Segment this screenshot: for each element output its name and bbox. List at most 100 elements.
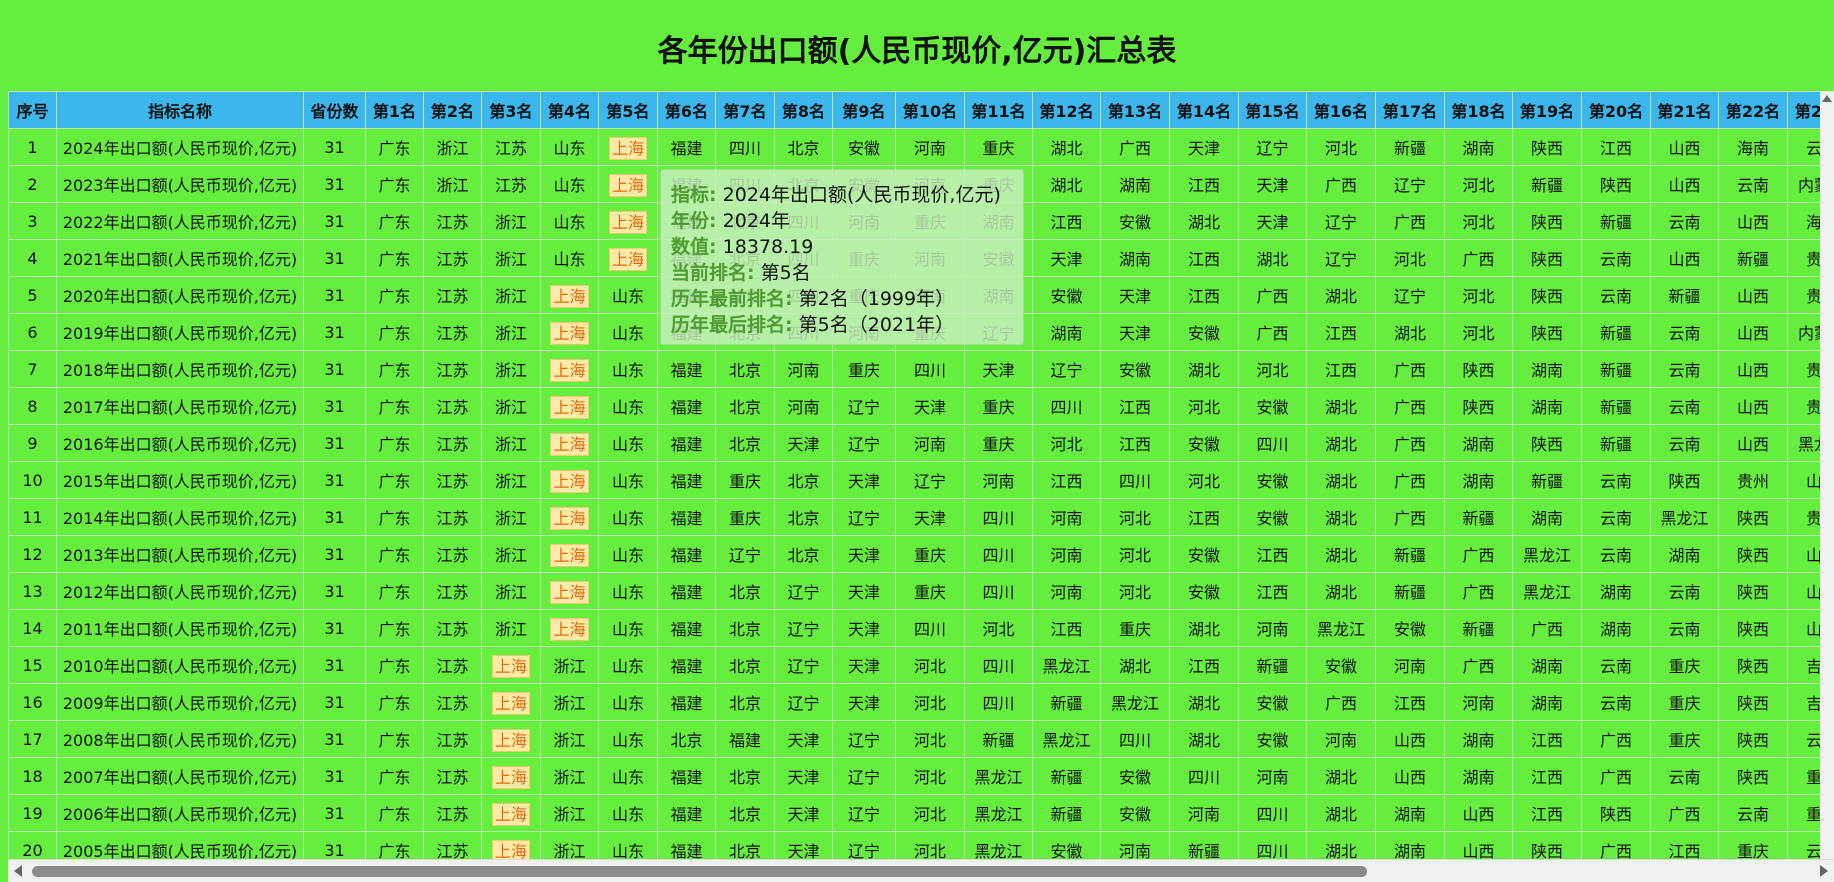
table-cell: 江西 bbox=[1033, 610, 1101, 647]
horizontal-scroll-thumb[interactable] bbox=[32, 866, 1367, 877]
table-cell: 湖北 bbox=[1170, 721, 1239, 758]
table-cell: 天津 bbox=[1101, 277, 1170, 314]
highlighted-province[interactable]: 上海 bbox=[492, 692, 530, 715]
metric-name-cell: 2016年出口额(人民币现价,亿元) bbox=[57, 425, 304, 462]
highlighted-province[interactable]: 上海 bbox=[609, 137, 647, 160]
table-cell: 四川 bbox=[1101, 462, 1170, 499]
table-cell: 辽宁 bbox=[1307, 203, 1376, 240]
table-cell: 广西 bbox=[1376, 388, 1445, 425]
table-cell: 江西 bbox=[1170, 647, 1239, 684]
table-cell: 山东 bbox=[599, 684, 658, 721]
table-cell: 江苏 bbox=[424, 573, 482, 610]
table-cell: 安徽 bbox=[1239, 462, 1307, 499]
highlighted-province[interactable]: 上海 bbox=[550, 433, 588, 456]
table-cell: 云南 bbox=[1651, 351, 1719, 388]
scroll-left-icon[interactable] bbox=[14, 865, 22, 877]
highlighted-province[interactable]: 上海 bbox=[550, 507, 588, 530]
highlighted-province[interactable]: 上海 bbox=[492, 766, 530, 789]
table-cell: 湖南 bbox=[1445, 129, 1513, 166]
metric-name-cell: 2017年出口额(人民币现价,亿元) bbox=[57, 388, 304, 425]
table-cell: 四川 bbox=[965, 647, 1033, 684]
table-cell: 山东 bbox=[599, 647, 658, 684]
table-cell: 福建 bbox=[658, 573, 716, 610]
highlighted-province[interactable]: 上海 bbox=[492, 803, 530, 826]
table-cell: 浙江 bbox=[482, 277, 541, 314]
table-cell: 安徽 bbox=[1170, 573, 1239, 610]
tooltip-value-value: 18378.19 bbox=[723, 236, 814, 258]
metric-name-cell: 2023年出口额(人民币现价,亿元) bbox=[57, 166, 304, 203]
table-cell: 四川 bbox=[1239, 832, 1307, 860]
table-cell: 福建 bbox=[658, 129, 716, 166]
table-cell: 上海 bbox=[541, 351, 599, 388]
table-cell: 河北 bbox=[896, 721, 965, 758]
table-cell: 天津 bbox=[1101, 314, 1170, 351]
column-header: 第7名 bbox=[716, 92, 775, 129]
table-cell: 山西 bbox=[1376, 758, 1445, 795]
highlighted-province[interactable]: 上海 bbox=[550, 544, 588, 567]
table-cell: 31 bbox=[304, 314, 366, 351]
table-cell: 湖南 bbox=[1445, 462, 1513, 499]
table-cell: 湖南 bbox=[1513, 684, 1582, 721]
table-cell: 安徽 bbox=[1239, 721, 1307, 758]
table-cell: 新疆 bbox=[1033, 795, 1101, 832]
highlighted-province[interactable]: 上海 bbox=[550, 285, 588, 308]
table-cell: 安徽 bbox=[1170, 425, 1239, 462]
scroll-right-icon[interactable] bbox=[1820, 865, 1828, 877]
highlighted-province[interactable]: 上海 bbox=[550, 581, 588, 604]
highlighted-province[interactable]: 上海 bbox=[609, 248, 647, 271]
table-cell: 山西 bbox=[1445, 832, 1513, 860]
highlighted-province[interactable]: 上海 bbox=[492, 840, 530, 859]
table-cell: 广西 bbox=[1307, 166, 1376, 203]
highlighted-province[interactable]: 上海 bbox=[550, 359, 588, 382]
table-cell: 黑龙江 bbox=[1101, 684, 1170, 721]
table-cell: 北京 bbox=[775, 536, 833, 573]
table-cell: 福建 bbox=[658, 832, 716, 860]
table-cell: 湖南 bbox=[1582, 573, 1651, 610]
scroll-up-icon[interactable] bbox=[1822, 95, 1832, 102]
table-cell: 四川 bbox=[1239, 425, 1307, 462]
highlighted-province[interactable]: 上海 bbox=[550, 396, 588, 419]
table-cell: 广东 bbox=[366, 314, 424, 351]
metric-name-cell: 2009年出口额(人民币现价,亿元) bbox=[57, 684, 304, 721]
table-cell: 上海 bbox=[541, 573, 599, 610]
table-cell: 山西 bbox=[1719, 203, 1788, 240]
highlighted-province[interactable]: 上海 bbox=[492, 655, 530, 678]
table-cell: 北京 bbox=[716, 425, 775, 462]
column-header: 序号 bbox=[9, 92, 57, 129]
table-cell: 浙江 bbox=[482, 240, 541, 277]
vertical-scrollbar[interactable] bbox=[1820, 91, 1834, 859]
table-cell: 安徽 bbox=[1033, 277, 1101, 314]
table-cell: 31 bbox=[304, 795, 366, 832]
metric-name-cell: 2012年出口额(人民币现价,亿元) bbox=[57, 573, 304, 610]
highlighted-province[interactable]: 上海 bbox=[550, 618, 588, 641]
table-cell: 新疆 bbox=[965, 721, 1033, 758]
table-cell: 江苏 bbox=[424, 684, 482, 721]
table-cell: 湖南 bbox=[1513, 647, 1582, 684]
highlighted-province[interactable]: 上海 bbox=[492, 729, 530, 752]
table-cell: 四川 bbox=[896, 610, 965, 647]
table-cell: 31 bbox=[304, 684, 366, 721]
highlighted-province[interactable]: 上海 bbox=[550, 322, 588, 345]
table-cell: 山西 bbox=[1719, 351, 1788, 388]
highlighted-province[interactable]: 上海 bbox=[550, 470, 588, 493]
horizontal-scrollbar[interactable] bbox=[8, 859, 1834, 882]
table-cell: 湖北 bbox=[1307, 536, 1376, 573]
table-cell: 江西 bbox=[1101, 425, 1170, 462]
column-header: 第11名 bbox=[965, 92, 1033, 129]
table-cell: 天津 bbox=[775, 758, 833, 795]
column-header: 第5名 bbox=[599, 92, 658, 129]
highlighted-province[interactable]: 上海 bbox=[609, 211, 647, 234]
table-cell: 湖南 bbox=[1445, 721, 1513, 758]
table-cell: 浙江 bbox=[541, 721, 599, 758]
metric-name-cell: 2006年出口额(人民币现价,亿元) bbox=[57, 795, 304, 832]
table-cell: 云南 bbox=[1582, 462, 1651, 499]
table-cell: 广东 bbox=[366, 203, 424, 240]
column-header: 第1名 bbox=[366, 92, 424, 129]
table-cell: 31 bbox=[304, 166, 366, 203]
table-cell: 黑龙江 bbox=[1513, 573, 1582, 610]
table-row: 72018年出口额(人民币现价,亿元)31广东江苏浙江上海山东福建北京河南重庆四… bbox=[9, 351, 1834, 388]
table-cell: 江苏 bbox=[482, 166, 541, 203]
table-row: 152010年出口额(人民币现价,亿元)31广东江苏上海浙江山东福建北京辽宁天津… bbox=[9, 647, 1834, 684]
table-cell: 新疆 bbox=[1445, 499, 1513, 536]
highlighted-province[interactable]: 上海 bbox=[609, 174, 647, 197]
